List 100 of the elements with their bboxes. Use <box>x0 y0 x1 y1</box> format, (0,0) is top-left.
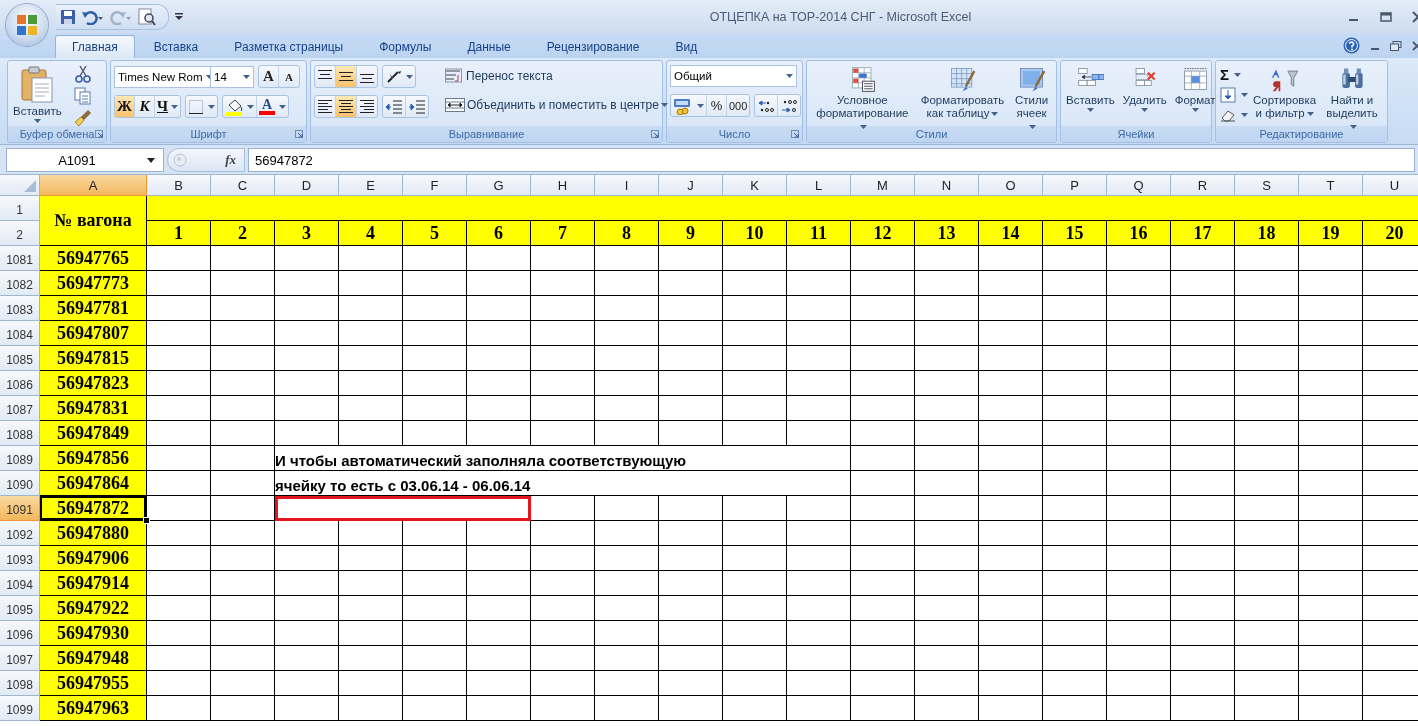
row-number[interactable]: 1090 <box>0 471 40 496</box>
align-middle-button[interactable] <box>336 66 357 87</box>
row-number[interactable]: 1084 <box>0 321 40 346</box>
column-header[interactable]: J <box>659 175 723 196</box>
table-cell <box>595 271 659 296</box>
row-number[interactable]: 1081 <box>0 246 40 271</box>
restore-icon[interactable] <box>1390 40 1402 51</box>
column-header[interactable]: U <box>1363 175 1418 196</box>
font-name-dropdown[interactable]: Times New Rom <box>114 65 211 88</box>
table-cell <box>1107 271 1171 296</box>
row-number[interactable]: 1 <box>0 196 40 221</box>
underline-button[interactable]: Ч <box>155 96 180 117</box>
column-header[interactable]: P <box>1043 175 1107 196</box>
help-icon[interactable] <box>1343 37 1360 54</box>
grow-font-button[interactable]: A <box>259 66 279 87</box>
name-box[interactable]: A1091 <box>6 148 164 172</box>
insert-button[interactable]: Вставить <box>1064 65 1117 113</box>
row-number[interactable]: 1091 <box>0 496 40 521</box>
row-number[interactable]: 1096 <box>0 621 40 646</box>
ribbon-tab[interactable]: Вставка <box>136 35 216 58</box>
undo-icon[interactable] <box>82 8 104 25</box>
row-number[interactable]: 1089 <box>0 446 40 471</box>
column-header[interactable]: F <box>403 175 467 196</box>
percent-button[interactable]: % <box>707 95 727 116</box>
row-number[interactable]: 2 <box>0 221 40 246</box>
ribbon-tab[interactable]: Рецензирование <box>529 35 657 58</box>
column-header[interactable]: M <box>851 175 915 196</box>
paste-button[interactable]: Вставить <box>11 65 64 124</box>
column-header[interactable]: N <box>915 175 979 196</box>
column-header[interactable]: Q <box>1107 175 1171 196</box>
align-center-button[interactable] <box>336 96 357 117</box>
row-number[interactable]: 1092 <box>0 521 40 546</box>
ribbon-tab[interactable]: Вид <box>658 35 715 58</box>
format-table-button[interactable]: Форматировать как таблицу <box>918 65 1007 121</box>
column-header[interactable]: E <box>339 175 403 196</box>
row-number[interactable]: 1088 <box>0 421 40 446</box>
column-header[interactable]: G <box>467 175 531 196</box>
table-cell <box>147 296 211 321</box>
formula-field[interactable]: 56947872 <box>248 148 1415 172</box>
table-cell <box>1043 496 1107 521</box>
row-number[interactable]: 1097 <box>0 646 40 671</box>
scissors-icon[interactable] <box>73 65 92 83</box>
brush-icon[interactable] <box>73 109 92 127</box>
number-format-dropdown[interactable]: Общий <box>670 65 797 87</box>
font-color-button[interactable]: A <box>257 96 288 117</box>
ribbon-tab[interactable]: Главная <box>55 35 135 58</box>
column-header[interactable]: S <box>1235 175 1299 196</box>
row-number[interactable]: 1083 <box>0 296 40 321</box>
row-number[interactable]: 1087 <box>0 396 40 421</box>
column-header[interactable]: B <box>147 175 211 196</box>
row-number[interactable]: 1094 <box>0 571 40 596</box>
sort-filter-button[interactable]: Сортировка и фильтр <box>1251 65 1319 121</box>
row-number[interactable]: 1093 <box>0 546 40 571</box>
column-header[interactable]: R <box>1171 175 1235 196</box>
dialog-launcher-icon[interactable] <box>791 130 799 138</box>
copy-icon[interactable] <box>73 87 92 105</box>
table-cell: 17 <box>1171 221 1235 246</box>
row-number[interactable]: 1098 <box>0 671 40 696</box>
delete-button[interactable]: Удалить <box>1120 65 1169 113</box>
maximize-icon[interactable] <box>1380 10 1392 23</box>
ribbon-tab[interactable]: Формулы <box>362 35 449 58</box>
column-header[interactable]: T <box>1299 175 1363 196</box>
table-cell <box>403 421 467 446</box>
table-cell <box>659 696 723 721</box>
bold-button[interactable]: Ж <box>115 96 135 117</box>
ribbon-tab[interactable]: Разметка страницы <box>217 35 361 58</box>
column-header[interactable]: L <box>787 175 851 196</box>
decrease-indent-button[interactable] <box>383 96 406 117</box>
insert-function-button[interactable]: fx <box>225 152 236 168</box>
row-number[interactable]: 1099 <box>0 696 40 721</box>
wrap-text-button[interactable]: Перенос текста <box>441 65 557 87</box>
autosum-button[interactable]: Σ <box>1219 65 1242 84</box>
merge-cells-icon <box>445 97 465 113</box>
row-number[interactable]: 1085 <box>0 346 40 371</box>
customize-arrow-icon[interactable] <box>175 12 183 21</box>
row-number[interactable]: 1082 <box>0 271 40 296</box>
shrink-font-button[interactable]: A <box>279 66 299 87</box>
dialog-launcher-icon[interactable] <box>95 130 103 138</box>
dialog-launcher-icon[interactable] <box>295 130 303 138</box>
thousands-button[interactable]: 000 <box>727 95 750 116</box>
column-header[interactable]: C <box>211 175 275 196</box>
ribbon-tab[interactable]: Данные <box>450 35 528 58</box>
fill-color-button[interactable] <box>223 96 257 117</box>
save-icon[interactable] <box>60 8 76 25</box>
column-header[interactable]: O <box>979 175 1043 196</box>
fill-button[interactable] <box>1219 85 1249 104</box>
column-header[interactable]: K <box>723 175 787 196</box>
row-number[interactable]: 1095 <box>0 596 40 621</box>
font-size-dropdown[interactable]: 14 <box>210 65 254 88</box>
italic-button[interactable]: К <box>135 96 155 117</box>
row-number[interactable]: 1086 <box>0 371 40 396</box>
table-cell <box>1299 246 1363 271</box>
currency-button[interactable] <box>671 95 707 116</box>
column-header[interactable]: D <box>275 175 339 196</box>
column-header[interactable]: A <box>40 175 147 196</box>
column-header[interactable]: I <box>595 175 659 196</box>
column-header[interactable]: H <box>531 175 595 196</box>
magnifier-page-icon[interactable] <box>138 7 156 26</box>
office-button[interactable] <box>6 4 48 46</box>
dialog-launcher-icon[interactable] <box>651 130 659 138</box>
